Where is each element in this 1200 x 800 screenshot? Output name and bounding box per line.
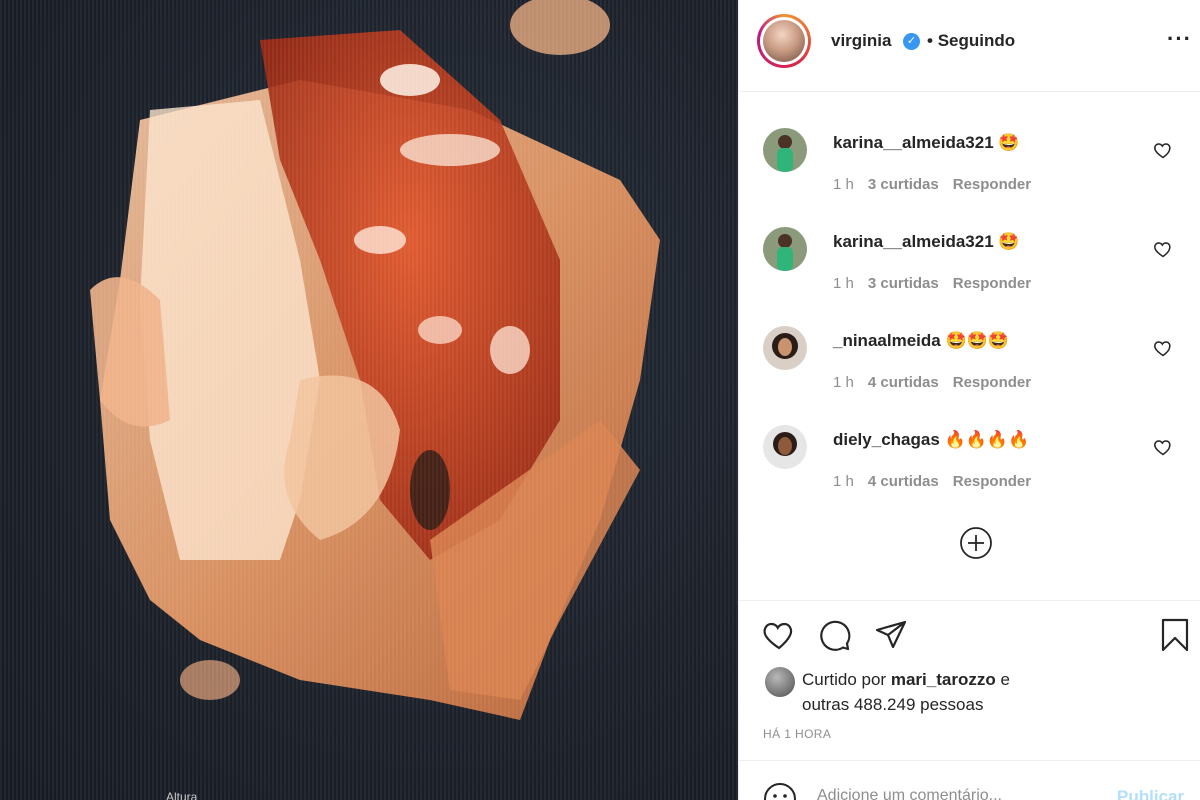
- comment-meta: 1 h 4 curtidas Responder: [833, 473, 1045, 490]
- comment-emoji: 🤩: [998, 232, 1020, 251]
- follow-status[interactable]: • Seguindo: [927, 31, 1015, 51]
- media-caption: Altura: [166, 790, 198, 800]
- share-icon[interactable]: [873, 617, 909, 653]
- comments-list[interactable]: karina__almeida321 🤩 1 h 3 curtidas Respon…: [739, 92, 1200, 600]
- comment-username[interactable]: karina__almeida321: [833, 232, 994, 251]
- comment-text: diely_chagas 🔥🔥🔥🔥: [833, 430, 1029, 450]
- comment-avatar[interactable]: [763, 227, 807, 271]
- liked-by-avatar[interactable]: [765, 667, 795, 697]
- reply-button[interactable]: Responder: [953, 176, 1031, 193]
- comment-text: karina__almeida321 🤩: [833, 133, 1020, 153]
- heart-icon[interactable]: [1153, 338, 1173, 358]
- comment-text: _ninaalmeida 🤩🤩🤩: [833, 331, 1009, 351]
- comment-likes[interactable]: 3 curtidas: [868, 176, 939, 193]
- comment-time[interactable]: 1 h: [833, 275, 854, 292]
- comment-emoji: 🤩: [998, 133, 1020, 152]
- heart-icon[interactable]: [1153, 437, 1173, 457]
- comment-item: diely_chagas 🔥🔥🔥🔥 1 h 4 curtidas Responder: [739, 425, 1200, 524]
- liked-by-prefix: Curtido por: [802, 670, 887, 689]
- post-media[interactable]: Altura: [0, 0, 738, 800]
- comment-likes[interactable]: 4 curtidas: [868, 374, 939, 391]
- comment-likes[interactable]: 3 curtidas: [868, 275, 939, 292]
- post-actions: Curtido por mari_tarozzo e outras 488.24…: [739, 600, 1200, 760]
- comment-time[interactable]: 1 h: [833, 473, 854, 490]
- heart-icon[interactable]: [1153, 140, 1173, 160]
- separator: •: [927, 31, 933, 50]
- post-timestamp[interactable]: HÁ 1 HORA: [763, 727, 831, 741]
- follow-status-label: Seguindo: [937, 31, 1016, 50]
- liked-by-user[interactable]: mari_tarozzo: [891, 670, 996, 689]
- comment-meta: 1 h 3 curtidas Responder: [833, 275, 1045, 292]
- comment-avatar[interactable]: [763, 425, 807, 469]
- comment-item: karina__almeida321 🤩 1 h 3 curtidas Respon…: [739, 227, 1200, 326]
- comment-username[interactable]: karina__almeida321: [833, 133, 994, 152]
- comment-username[interactable]: diely_chagas: [833, 430, 940, 449]
- comment-likes[interactable]: 4 curtidas: [868, 473, 939, 490]
- comment-emoji: 🤩🤩🤩: [945, 331, 1009, 350]
- more-horizontal-icon[interactable]: ···: [1167, 26, 1192, 52]
- load-more-comments-icon[interactable]: [959, 526, 993, 560]
- author-username[interactable]: virginia: [831, 31, 891, 51]
- comment-meta: 1 h 3 curtidas Responder: [833, 176, 1045, 193]
- comment-time[interactable]: 1 h: [833, 176, 854, 193]
- author-avatar[interactable]: [757, 14, 811, 68]
- liked-by-text[interactable]: Curtido por mari_tarozzo e outras 488.24…: [802, 667, 1182, 717]
- reply-button[interactable]: Responder: [953, 473, 1031, 490]
- publish-button[interactable]: Publicar: [1117, 787, 1184, 800]
- comment-item: _ninaalmeida 🤩🤩🤩 1 h 4 curtidas Responder: [739, 326, 1200, 425]
- reply-button[interactable]: Responder: [953, 374, 1031, 391]
- comment-time[interactable]: 1 h: [833, 374, 854, 391]
- add-comment-bar: Publicar: [739, 760, 1200, 800]
- reply-button[interactable]: Responder: [953, 275, 1031, 292]
- comment-item: karina__almeida321 🤩 1 h 3 curtidas Respon…: [739, 128, 1200, 227]
- bookmark-icon[interactable]: [1157, 617, 1193, 653]
- ultrasound-image: [0, 0, 738, 800]
- post-panel: virginia ✓ • Seguindo ··· karina__almeid…: [738, 0, 1200, 800]
- heart-icon[interactable]: [1153, 239, 1173, 259]
- comment-avatar[interactable]: [763, 326, 807, 370]
- comment-username[interactable]: _ninaalmeida: [833, 331, 941, 350]
- liked-by-conj: e: [1000, 670, 1010, 689]
- comment-avatar[interactable]: [763, 128, 807, 172]
- comment-emoji: 🔥🔥🔥🔥: [944, 430, 1030, 449]
- post-header: virginia ✓ • Seguindo ···: [739, 0, 1200, 92]
- comment-input[interactable]: [817, 787, 1077, 800]
- comment-meta: 1 h 4 curtidas Responder: [833, 374, 1045, 391]
- like-heart-icon[interactable]: [761, 617, 797, 653]
- comment-icon[interactable]: [817, 617, 853, 653]
- comment-text: karina__almeida321 🤩: [833, 232, 1020, 252]
- verified-badge-icon: ✓: [903, 33, 920, 50]
- emoji-icon[interactable]: [763, 782, 797, 800]
- liked-by-others[interactable]: outras 488.249 pessoas: [802, 695, 983, 714]
